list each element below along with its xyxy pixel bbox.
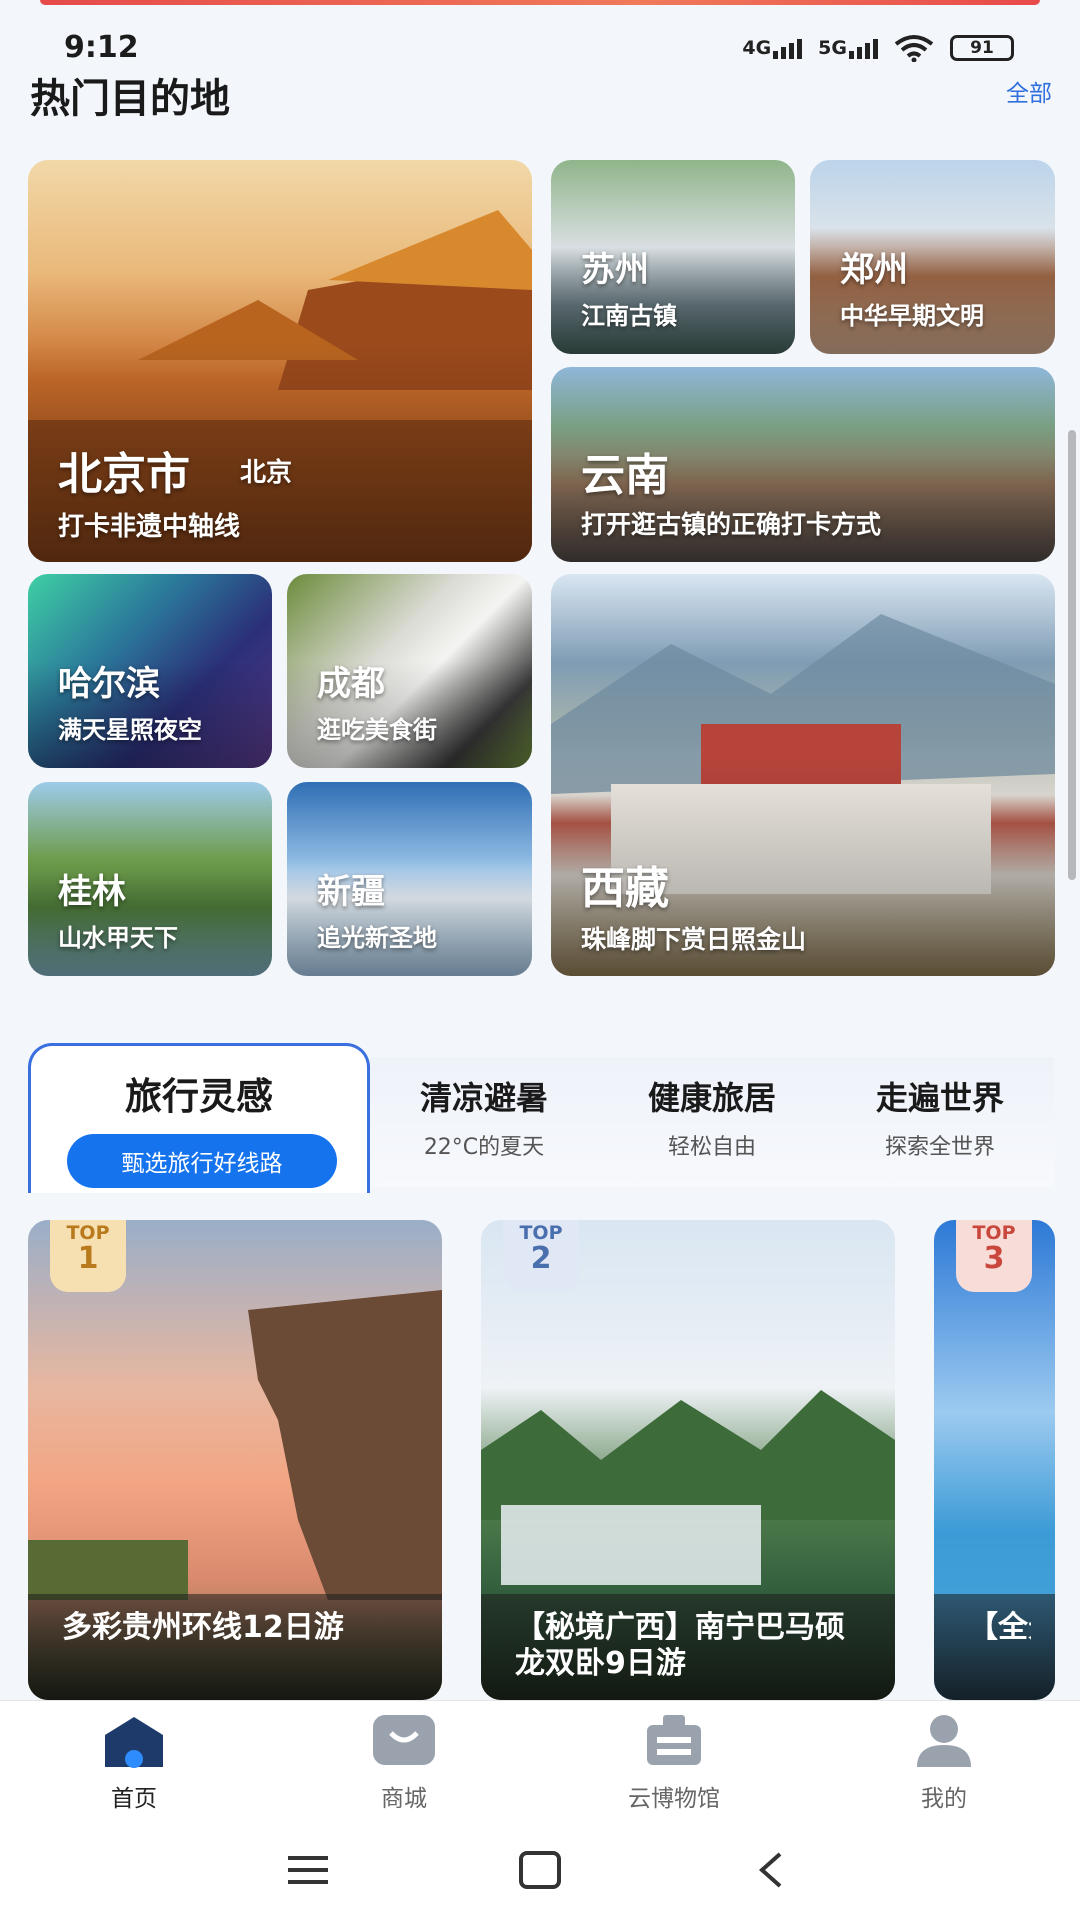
curated-routes-pill[interactable]: 甄选旅行好线路	[67, 1134, 337, 1188]
destination-sub: 中华早期文明	[840, 302, 984, 330]
destination-sub: 打开逛古镇的正确打卡方式	[581, 510, 882, 539]
tab-title: 走遍世界	[875, 1079, 1004, 1117]
net2-label: 5G	[818, 37, 847, 59]
tab-health-living[interactable]: 健康旅居 轻松自由	[598, 1057, 826, 1187]
destination-card-guilin[interactable]: 桂林 山水甲天下	[28, 782, 272, 976]
destination-name: 苏州	[581, 250, 649, 290]
destination-sub: 逛吃美食街	[317, 716, 437, 744]
scrollbar[interactable]	[1068, 430, 1076, 880]
bottom-nav: 首页 商城 云博物馆 我的	[0, 1700, 1080, 1820]
tab-subtitle: 探索全世界	[884, 1135, 995, 1160]
tab-world-travel[interactable]: 走遍世界 探索全世界	[826, 1057, 1054, 1187]
destination-name: 西藏	[581, 863, 669, 914]
destination-card-xinjiang[interactable]: 新疆 追光新圣地	[287, 782, 532, 976]
section-title-hot: 热门目的地	[30, 76, 230, 122]
route-caption: 【秘境广西】南宁巴马硕龙双卧9日游	[481, 1594, 895, 1700]
route-caption: 【全景】西双	[934, 1594, 1055, 1700]
top-banner-strip	[40, 0, 1040, 5]
route-card-3[interactable]: TOP 3 【全景】西双	[934, 1220, 1055, 1700]
rank-badge: TOP 1	[50, 1220, 126, 1292]
status-icons: 4G 5G 91	[742, 34, 1014, 62]
nav-mine[interactable]: 我的	[864, 1711, 1024, 1813]
destination-card-chengdu[interactable]: 成都 逛吃美食街	[287, 574, 532, 768]
home-icon	[105, 1717, 163, 1768]
destination-name: 桂林	[58, 872, 126, 912]
museum-icon	[647, 1715, 701, 1765]
destination-card-suzhou[interactable]: 苏州 江南古镇	[551, 160, 795, 354]
destination-name: 郑州	[840, 250, 908, 290]
destination-sub: 满天星照夜空	[58, 716, 202, 744]
route-title: 【秘境广西】南宁巴马硕龙双卧9日游	[515, 1610, 845, 1681]
destination-name: 成都	[317, 664, 385, 704]
wifi-icon	[894, 35, 934, 62]
route-title: 【全景】西双	[968, 1610, 1031, 1645]
tab-title: 健康旅居	[647, 1079, 776, 1117]
badge-rank: 2	[530, 1241, 552, 1276]
all-destinations-link[interactable]: 全部	[1006, 74, 1052, 108]
destination-name: 北京市	[58, 449, 190, 500]
badge-rank: 1	[77, 1241, 99, 1276]
shopping-bag-icon	[373, 1715, 435, 1765]
route-card-1[interactable]: TOP 1 多彩贵州环线12日游	[28, 1220, 442, 1700]
signal-icon	[849, 39, 878, 59]
badge-rank: 3	[983, 1241, 1005, 1276]
tab-subtitle: 22°C的夏天	[423, 1135, 545, 1160]
destination-sub: 打卡非遗中轴线	[58, 512, 241, 542]
user-icon	[917, 1715, 971, 1767]
status-time: 9:12	[64, 30, 139, 65]
nav-home[interactable]: 首页	[54, 1711, 214, 1813]
system-nav-bar	[0, 1820, 1080, 1920]
signal-icon	[773, 39, 803, 59]
tab-subtitle: 轻松自由	[667, 1135, 756, 1160]
route-card-2[interactable]: TOP 2 【秘境广西】南宁巴马硕龙双卧9日游	[481, 1220, 895, 1700]
tab-title: 清凉避暑	[419, 1079, 548, 1117]
tab-cool-summer[interactable]: 清凉避暑 22°C的夏天	[370, 1057, 598, 1187]
tab-travel-inspiration[interactable]: 旅行灵感 甄选旅行好线路	[28, 1043, 370, 1193]
route-caption: 多彩贵州环线12日游	[28, 1594, 442, 1700]
inspiration-tabs: 清凉避暑 22°C的夏天 健康旅居 轻松自由 走遍世界 探索全世界 旅行灵感 甄…	[28, 1043, 1055, 1193]
destination-name: 哈尔滨	[58, 664, 160, 704]
destination-sub: 珠峰脚下赏日照金山	[581, 925, 807, 954]
destination-sub: 追光新圣地	[317, 924, 437, 952]
back-icon[interactable]	[756, 1850, 786, 1890]
nav-label: 我的	[921, 1786, 967, 1812]
home-square-icon[interactable]	[518, 1850, 562, 1890]
signal-5g: 5G	[818, 37, 878, 59]
rank-badge: TOP 3	[956, 1220, 1032, 1292]
tab-title: 旅行灵感	[125, 1075, 273, 1118]
nav-museum[interactable]: 云博物馆	[594, 1711, 754, 1813]
menu-icon[interactable]	[286, 1852, 330, 1888]
nav-label: 商城	[381, 1786, 427, 1812]
signal-4g: 4G	[742, 37, 803, 59]
destination-sub: 江南古镇	[581, 302, 677, 330]
rank-badge: TOP 2	[503, 1220, 579, 1292]
destination-card-beijing[interactable]: 北京市 北京 打卡非遗中轴线	[28, 160, 532, 562]
nav-label: 云博物馆	[628, 1786, 720, 1812]
destination-card-yunnan[interactable]: 云南 打开逛古镇的正确打卡方式	[551, 367, 1055, 562]
nav-label: 首页	[111, 1786, 157, 1812]
destination-tag: 北京	[240, 458, 293, 488]
route-title: 多彩贵州环线12日游	[62, 1610, 344, 1645]
net1-label: 4G	[742, 37, 772, 59]
nav-mall[interactable]: 商城	[324, 1711, 484, 1813]
destination-sub: 山水甲天下	[58, 924, 178, 952]
destination-name: 云南	[581, 450, 669, 501]
destination-name: 新疆	[317, 872, 385, 912]
battery-icon: 91	[950, 35, 1014, 61]
destination-card-tibet[interactable]: 西藏 珠峰脚下赏日照金山	[551, 574, 1055, 976]
destination-card-zhengzhou[interactable]: 郑州 中华早期文明	[810, 160, 1055, 354]
destination-card-harbin[interactable]: 哈尔滨 满天星照夜空	[28, 574, 272, 768]
